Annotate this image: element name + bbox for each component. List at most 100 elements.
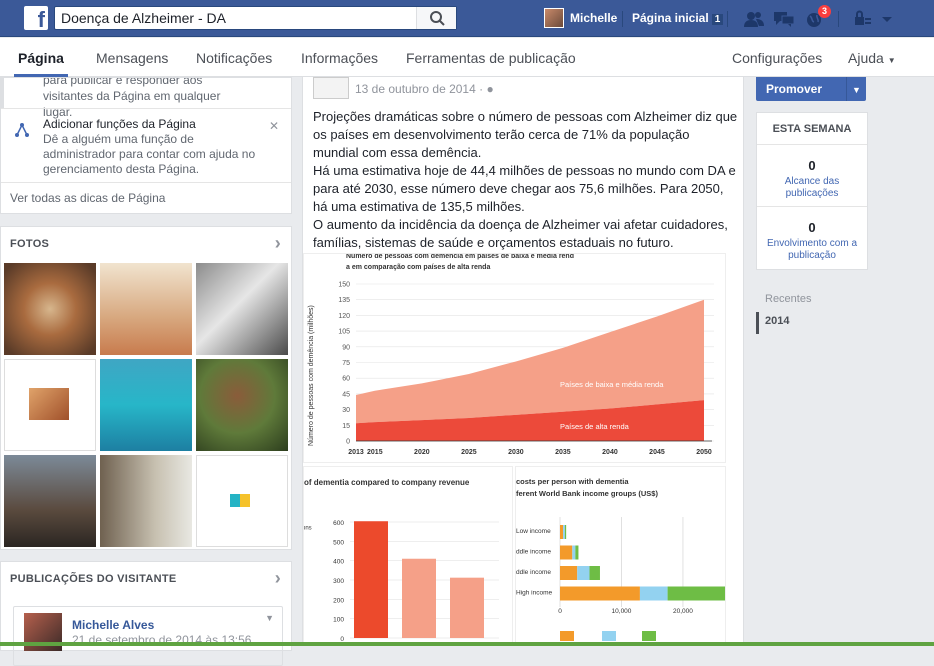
friend-requests-icon[interactable] xyxy=(744,10,764,28)
photo-thumbnail[interactable] xyxy=(4,359,96,451)
photo-thumbnail[interactable] xyxy=(196,359,288,451)
engagement-stat[interactable]: 0 Envolvimento com a publicação xyxy=(757,207,867,269)
y-tick-label: 600 xyxy=(333,520,344,527)
chevron-down-icon[interactable]: ▼ xyxy=(265,613,274,623)
privacy-shortcuts-icon[interactable] xyxy=(852,10,872,28)
chart-title: Número de pessoas com demência em países… xyxy=(346,254,574,260)
tab-ferramentas[interactable]: Ferramentas de publicação xyxy=(406,50,576,66)
year-2014[interactable]: 2014 xyxy=(756,312,868,334)
bar-segment xyxy=(575,545,579,560)
bar xyxy=(354,521,388,638)
post-text: Projeções dramáticas sobre o número de p… xyxy=(313,108,738,252)
photo-thumbnail[interactable] xyxy=(100,455,192,547)
globe-icon: ● xyxy=(486,82,494,96)
tab-mensagens[interactable]: Mensagens xyxy=(96,50,168,66)
series-label: Países de alta renda xyxy=(560,422,630,431)
caret-down-icon[interactable]: ▼ xyxy=(846,77,866,101)
facebook-logo-icon[interactable]: f xyxy=(24,6,48,30)
x-tick-label: 2030 xyxy=(508,449,524,456)
bar xyxy=(450,577,484,638)
chevron-down-icon[interactable] xyxy=(877,10,897,28)
company-revenue-chart[interactable]: of dementia compared to company revenue l… xyxy=(303,466,513,646)
photo-thumbnail[interactable] xyxy=(196,263,288,355)
chevron-right-icon: › xyxy=(274,568,281,588)
see-all-tips-link[interactable]: Ver todas as dicas de Página xyxy=(1,182,291,205)
caret-icon: ▼ xyxy=(887,56,896,65)
x-tick-label: 2013 xyxy=(348,449,364,456)
visitor-posts-header[interactable]: PUBLICAÇÕES DO VISITANTE › xyxy=(1,562,291,595)
y-tick-label: 60 xyxy=(342,376,350,383)
legend-swatch xyxy=(602,631,616,641)
bar-segment xyxy=(560,586,640,601)
y-tick-label: 120 xyxy=(338,313,350,320)
home-link[interactable]: Página inicial 1 xyxy=(632,11,724,25)
close-icon[interactable]: ✕ xyxy=(269,119,279,133)
x-tick-label: 2050 xyxy=(696,449,712,456)
post-card: 13 de outubro de 2014 · ● Projeções dram… xyxy=(302,77,744,646)
search-input[interactable] xyxy=(55,7,415,29)
tip-add-roles[interactable]: Adicionar funções da Página Dê a alguém … xyxy=(1,108,291,177)
photos-header[interactable]: FOTOS › xyxy=(1,227,291,260)
category-label: High income xyxy=(516,590,553,597)
notification-badge: 3 xyxy=(818,5,832,18)
bar-segment xyxy=(560,566,578,580)
category-label: ddle income xyxy=(516,549,551,556)
reach-value: 0 xyxy=(808,158,816,173)
bar-segment xyxy=(564,525,567,539)
x-tick-label: 2015 xyxy=(367,449,383,456)
chart-title: a em comparação com países de alta renda xyxy=(346,264,490,271)
search-icon xyxy=(430,11,445,26)
x-tick-label: 2025 xyxy=(461,449,477,456)
engagement-value: 0 xyxy=(808,220,816,235)
y-tick-label: 45 xyxy=(342,391,350,398)
profile-link[interactable]: Michelle xyxy=(544,8,617,28)
bar-segment xyxy=(563,525,565,539)
y-tick-label: 500 xyxy=(333,539,344,546)
post-date[interactable]: 13 de outubro de 2014 · ● xyxy=(355,82,494,96)
post-paragraph: Projeções dramáticas sobre o número de p… xyxy=(313,109,738,160)
this-week-card: ESTA SEMANA 0 Alcance das publicações 0 … xyxy=(756,112,868,270)
bar-segment xyxy=(589,566,600,580)
series-label: Países de baixa e média renda xyxy=(560,380,664,389)
page-tips-card: para publicar e responder aos visitantes… xyxy=(0,77,292,214)
photo-thumbnail[interactable] xyxy=(100,263,192,355)
user-name: Michelle xyxy=(570,11,618,25)
settings-link[interactable]: Configurações xyxy=(732,50,822,66)
photo-thumbnail[interactable] xyxy=(4,455,96,547)
reach-stat[interactable]: 0 Alcance das publicações xyxy=(757,145,867,207)
photo-thumbnail[interactable] xyxy=(100,359,192,451)
tab-pagina[interactable]: Página xyxy=(14,50,68,77)
tab-notificacoes[interactable]: Notificações xyxy=(196,50,272,66)
photos-title: FOTOS xyxy=(10,238,50,250)
tip-description: Dê a alguém uma função de administrador … xyxy=(43,132,256,176)
search-button[interactable] xyxy=(416,7,456,29)
dementia-projection-chart[interactable]: Número de pessoas com demência em países… xyxy=(303,253,726,463)
tab-informacoes[interactable]: Informações xyxy=(301,50,378,66)
x-tick-label: 2045 xyxy=(649,449,665,456)
photo-thumbnail[interactable] xyxy=(4,263,96,355)
y-tick-label: 150 xyxy=(338,282,350,289)
x-tick-label: 2040 xyxy=(602,449,618,456)
chart-title: of dementia compared to company revenue xyxy=(304,478,470,487)
category-label: Low income xyxy=(516,528,551,535)
divider xyxy=(838,11,839,27)
bar-segment xyxy=(560,545,573,560)
promote-button[interactable]: Promover ▼ xyxy=(756,77,866,101)
post-date-text: 13 de outubro de 2014 · xyxy=(355,82,484,96)
year-recent[interactable]: Recentes xyxy=(756,290,868,312)
x-tick-label: 2035 xyxy=(555,449,571,456)
chat-bar xyxy=(0,642,934,646)
legend-swatch xyxy=(642,631,656,641)
home-label: Página inicial xyxy=(632,11,709,25)
y-tick-label: 75 xyxy=(342,360,350,367)
visitor-name[interactable]: Michelle Alves xyxy=(72,618,154,632)
bar-segment xyxy=(667,586,725,601)
engagement-label: Envolvimento com a publicação xyxy=(766,238,858,261)
tip-title: Adicionar funções da Página xyxy=(43,117,196,131)
photo-thumbnail[interactable] xyxy=(196,455,288,547)
cost-per-person-chart[interactable]: costs per person with dementia ferent Wor… xyxy=(515,466,726,646)
page-avatar[interactable] xyxy=(313,77,349,99)
help-menu[interactable]: Ajuda ▼ xyxy=(848,50,896,66)
timeline-years: Recentes 2014 xyxy=(756,290,868,334)
messages-icon[interactable] xyxy=(774,10,794,28)
